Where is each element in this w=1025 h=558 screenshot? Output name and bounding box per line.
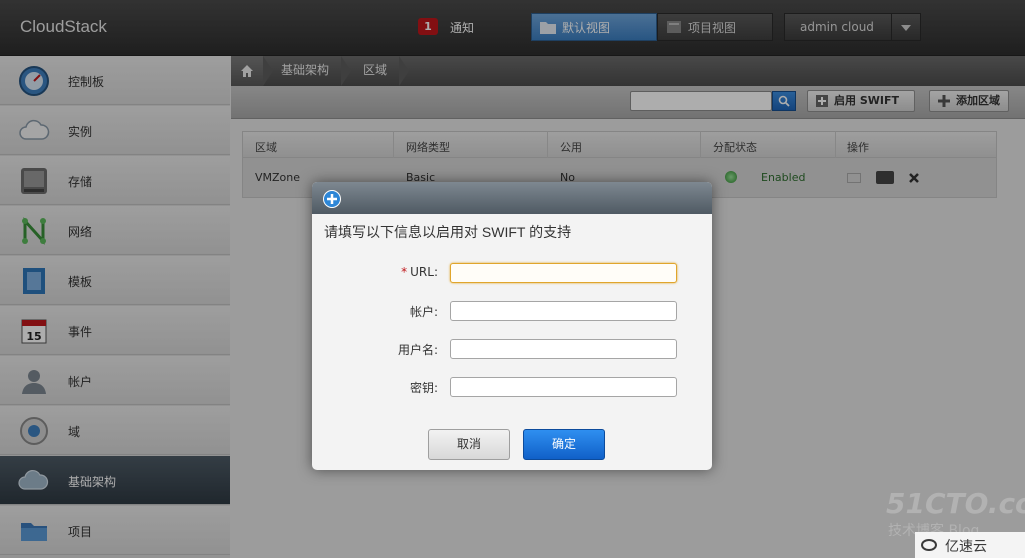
dialog-title: 请填写以下信息以启用对 SWIFT 的支持 bbox=[324, 224, 572, 240]
account-label: 帐户: bbox=[409, 305, 438, 319]
enable-swift-dialog: 请填写以下信息以启用对 SWIFT 的支持 * URL: 帐户: 用户名: 密钥:… bbox=[312, 182, 712, 470]
yisuyun-logo: 亿速云 bbox=[915, 532, 1025, 558]
username-input[interactable] bbox=[450, 339, 677, 359]
key-input[interactable] bbox=[450, 377, 677, 397]
required-marker: * bbox=[401, 265, 408, 279]
url-label-text: URL: bbox=[410, 265, 438, 279]
cancel-button[interactable]: 取消 bbox=[428, 429, 510, 460]
url-label: * URL: bbox=[401, 265, 438, 279]
url-input[interactable] bbox=[450, 263, 677, 283]
dialog-header bbox=[312, 182, 712, 214]
watermark-51cto: 51CTO.com bbox=[886, 487, 1025, 520]
yisuyun-brand: 亿速云 bbox=[945, 539, 987, 555]
account-input[interactable] bbox=[450, 301, 677, 321]
ok-button[interactable]: 确定 bbox=[523, 429, 605, 460]
yisuyun-logo-icon bbox=[921, 539, 937, 551]
add-circle-icon bbox=[323, 190, 341, 208]
username-label: 用户名: bbox=[397, 343, 438, 357]
key-label: 密钥: bbox=[409, 381, 438, 395]
